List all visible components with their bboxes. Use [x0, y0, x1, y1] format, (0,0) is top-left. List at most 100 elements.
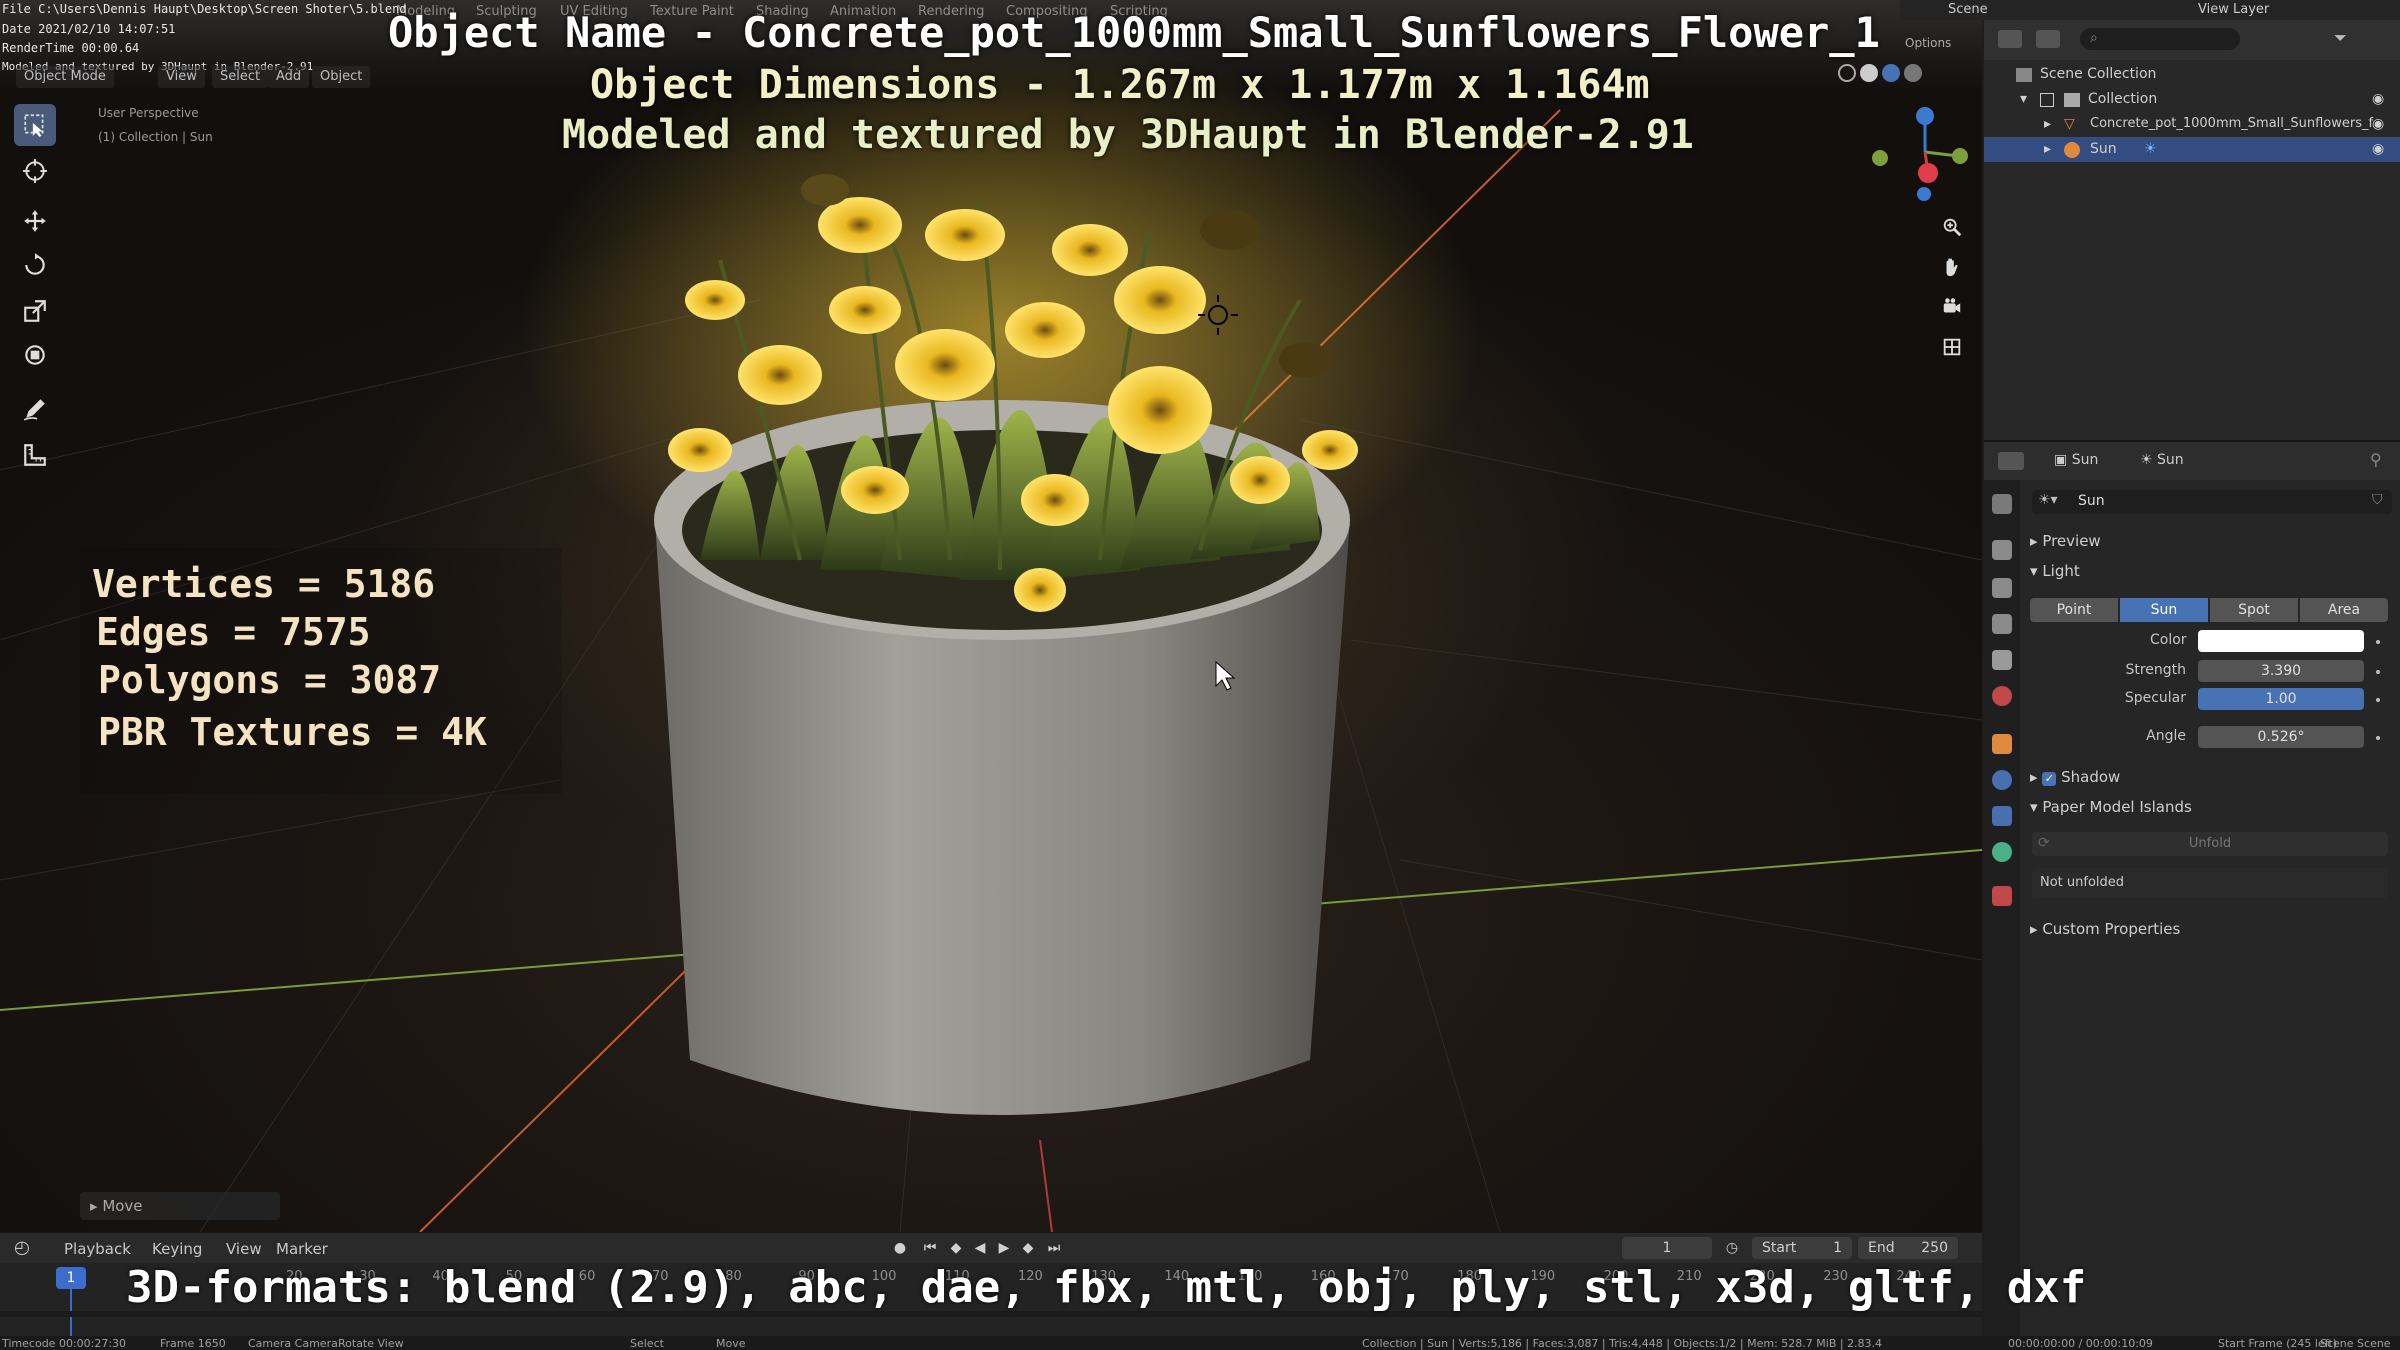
add-menu[interactable]: Add [268, 66, 310, 88]
playhead[interactable]: 1 [56, 1267, 86, 1289]
properties-editor-type-icon[interactable] [1998, 452, 2024, 470]
outliner-row-collection[interactable]: ▾ Collection ◉ [1984, 87, 2400, 112]
start-label: Start [1762, 1240, 1797, 1256]
keyframe-dot[interactable] [2376, 640, 2380, 644]
measure-tool[interactable] [14, 434, 56, 476]
scene-stats: Collection | Sun | Verts:5,186 | Faces:3… [1362, 1337, 1883, 1350]
play-icon[interactable]: ▶ [994, 1238, 1014, 1258]
data-breadcrumb[interactable]: ☀ Sun [2140, 452, 2184, 468]
outliner-editor-type-icon[interactable] [1998, 30, 2022, 48]
specular-slider[interactable]: 1.00 [2198, 688, 2364, 710]
view-layer-selector[interactable]: View Layer [2198, 2, 2269, 17]
annotate-tool[interactable] [14, 388, 56, 430]
keyframe-dot[interactable] [2376, 736, 2380, 740]
unfold-button[interactable]: ⟳ Unfold [2032, 832, 2388, 856]
last-operator-panel[interactable]: ▸ Move [80, 1192, 280, 1220]
light-panel-header[interactable]: ▾ Light [2030, 562, 2080, 580]
checkbox-icon[interactable] [2040, 93, 2054, 107]
prev-keyframe-icon[interactable]: ◆ [946, 1238, 966, 1258]
eye-icon[interactable]: ◉ [2372, 116, 2384, 132]
view-layer-tab-icon[interactable] [1992, 614, 2012, 634]
constraints-tab-icon[interactable] [1992, 806, 2012, 826]
jump-start-icon[interactable]: ⏮ [920, 1238, 940, 1258]
pin-icon[interactable]: ⚲ [2370, 450, 2382, 469]
color-swatch[interactable] [2198, 630, 2364, 652]
move-tool[interactable] [14, 200, 56, 242]
object-breadcrumb[interactable]: ▣ Sun [2054, 452, 2098, 468]
keyframe-dot[interactable] [2376, 670, 2380, 674]
formats-overlay: 3D-formats: blend (2.9), abc, dae, fbx, … [126, 1262, 2087, 1313]
preview-panel-header[interactable]: ▸ Preview [2030, 532, 2101, 550]
render-tab-icon[interactable] [1992, 540, 2012, 560]
world-tab-icon[interactable] [1992, 686, 2012, 706]
eye-icon[interactable]: ◉ [2372, 91, 2384, 107]
shadow-panel-header[interactable]: ▸ ✓ Shadow [2030, 768, 2120, 786]
scene-tab-icon[interactable] [1992, 650, 2012, 670]
wireframe-shading-icon[interactable] [1838, 64, 1856, 82]
sun-label: Sun [2090, 141, 2117, 157]
play-reverse-icon[interactable]: ◀ [970, 1238, 990, 1258]
end-frame-field[interactable]: End 250 [1858, 1237, 1958, 1259]
keyframe-dot[interactable] [2376, 698, 2380, 702]
outliner-row-sun[interactable]: ▸ Sun ☀ ◉ [1984, 137, 2400, 162]
cursor-tool[interactable] [14, 150, 56, 192]
view-menu[interactable]: View [158, 66, 205, 88]
light-data-tab-icon[interactable] [1992, 842, 2012, 862]
expand-arrow-icon[interactable]: ▸ [2044, 116, 2051, 132]
solid-shading-icon[interactable] [1860, 64, 1878, 82]
texture-tab-icon[interactable] [1992, 886, 2012, 906]
clock-icon[interactable]: ◷ [1722, 1238, 1742, 1258]
paper-model-panel-header[interactable]: ▾ Paper Model Islands [2030, 798, 2192, 816]
custom-properties-panel-header[interactable]: ▸ Custom Properties [2030, 920, 2180, 938]
light-datablock-selector[interactable]: ☀▾ Sun ⛉ [2032, 490, 2392, 514]
marker-menu[interactable]: Marker [276, 1240, 328, 1258]
expand-arrow-icon[interactable]: ▸ [2044, 141, 2051, 157]
angle-field[interactable]: 0.526° [2198, 726, 2364, 748]
view-menu-timeline[interactable]: View [226, 1240, 262, 1258]
current-frame-field[interactable]: 1 [1622, 1237, 1712, 1259]
filter-icon[interactable]: ⏷ [2334, 28, 2347, 48]
light-type-area[interactable]: Area [2300, 598, 2388, 622]
scene-selector[interactable]: Scene [1948, 2, 1988, 17]
strength-field[interactable]: 3.390 [2198, 660, 2364, 682]
playback-menu[interactable]: Playback [64, 1240, 131, 1258]
outliner-row-scene-collection[interactable]: Scene Collection [1984, 62, 2400, 87]
shadow-checkbox[interactable]: ✓ [2042, 772, 2057, 786]
options-menu[interactable]: Options [1905, 36, 1951, 50]
next-keyframe-icon[interactable]: ◆ [1018, 1238, 1038, 1258]
object-menu[interactable]: Object [312, 66, 371, 88]
editor-type-icon[interactable]: ◴ [14, 1237, 30, 1258]
object-tab-icon[interactable] [1992, 734, 2012, 754]
transform-tool[interactable] [14, 334, 56, 376]
rendered-shading-icon[interactable] [1904, 64, 1922, 82]
outliner-row-pot-object[interactable]: ▸ ▽ Concrete_pot_1000mm_Small_Sunflowers… [1984, 112, 2400, 137]
pan-button[interactable] [1935, 250, 1969, 284]
keying-menu[interactable]: Keying [152, 1240, 202, 1258]
expand-arrow-icon[interactable]: ▾ [2020, 91, 2027, 107]
object-mode-dropdown[interactable]: Object Mode [16, 66, 114, 88]
transform-icon [25, 345, 45, 365]
scale-tool[interactable] [14, 290, 56, 332]
rotate-tool[interactable] [14, 244, 56, 286]
light-type-sun[interactable]: Sun [2120, 598, 2208, 622]
3d-viewport[interactable]: Modeling Sculpting UV Editing Texture Pa… [0, 0, 1982, 1232]
camera-view-button[interactable] [1935, 290, 1969, 324]
light-type-spot[interactable]: Spot [2210, 598, 2298, 622]
light-type-point[interactable]: Point [2030, 598, 2118, 622]
material-shading-icon[interactable] [1882, 64, 1900, 82]
select-box-tool[interactable] [14, 104, 56, 146]
eye-icon[interactable]: ◉ [2372, 141, 2384, 157]
start-frame-field[interactable]: Start 1 [1752, 1237, 1852, 1259]
jump-end-icon[interactable]: ⏭ [1044, 1238, 1064, 1258]
tool-tab-icon[interactable] [1992, 494, 2012, 514]
display-mode-icon[interactable] [2036, 30, 2060, 48]
select-menu[interactable]: Select [212, 66, 269, 88]
shield-icon[interactable]: ⛉ [2372, 492, 2383, 508]
physics-tab-icon[interactable] [1992, 770, 2012, 790]
ortho-toggle-button[interactable] [1935, 330, 1969, 364]
zoom-button[interactable] [1935, 210, 1969, 244]
specular-label: Specular [2124, 690, 2186, 706]
output-tab-icon[interactable] [1992, 578, 2012, 598]
outliner-search-input[interactable]: ⌕ [2080, 28, 2240, 50]
record-icon[interactable]: ● [890, 1238, 910, 1258]
